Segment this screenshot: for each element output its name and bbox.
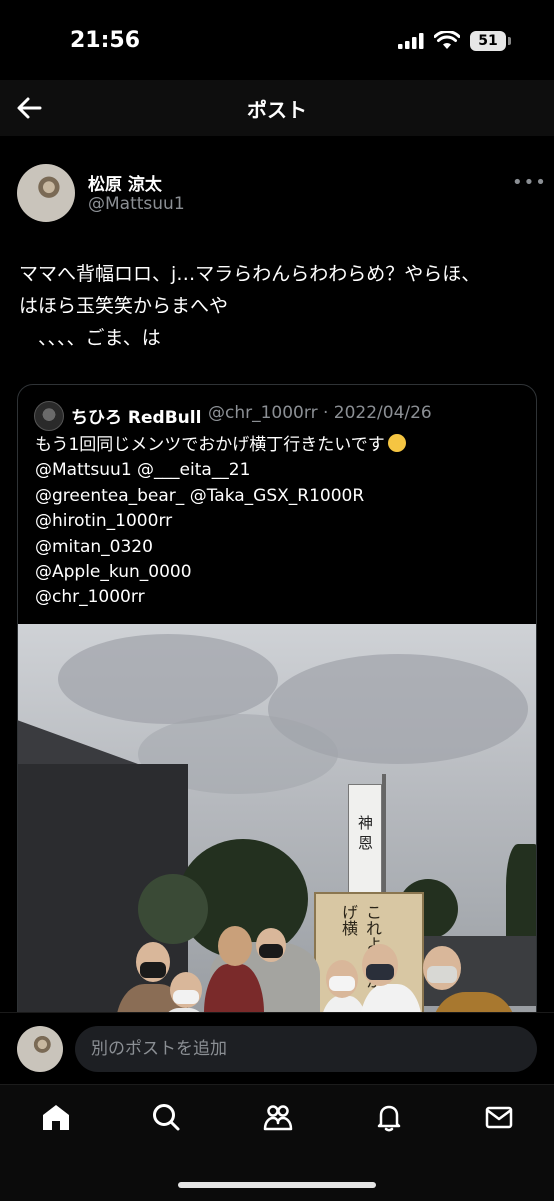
page-title: ポスト (247, 98, 307, 122)
photo-mask (259, 944, 283, 958)
post-text: ママへ背幅ロロ、j…マラらわんらわわらめ？やらほ、 はほら玉笑笑からまへや 、、… (19, 258, 539, 354)
quoted-mentions-line[interactable]: @Apple_kun_0000 (35, 560, 525, 585)
photo-mask (366, 964, 394, 980)
author-avatar[interactable] (17, 164, 75, 222)
post-text-line: ママへ背幅ロロ、j…マラらわんらわわらめ？やらほ、 (19, 263, 481, 285)
quoted-text-span: もう1回同じメンツでおかげ横丁行きたいです (35, 435, 385, 455)
photo-mask (173, 990, 199, 1004)
quoted-mentions-line[interactable]: @hirotin_1000rr (35, 509, 525, 534)
author-handle[interactable]: @Mattsuu1 (88, 194, 185, 214)
post-text-line: はほら玉笑笑からまへや (19, 295, 229, 317)
photo-mask (427, 966, 457, 983)
quoted-author-handle-date: @chr_1000rr · 2022/04/26 (208, 403, 432, 423)
composer-avatar (17, 1026, 63, 1072)
quoted-text-line: もう1回同じメンツでおかげ横丁行きたいです (35, 433, 525, 458)
post-text-line: 、、、、ごま、は (19, 327, 161, 349)
post-detail: 松原 涼太 @Mattsuu1 ••• ママへ背幅ロロ、j…マラらわんらわわらめ… (0, 136, 554, 1012)
quoted-post[interactable]: ちひろ RedBull @chr_1000rr · 2022/04/26 もう1… (17, 384, 537, 1012)
photo-cloud (58, 634, 278, 724)
quoted-text: もう1回同じメンツでおかげ横丁行きたいです @Mattsuu1 @___eita… (35, 433, 525, 611)
mail-icon[interactable] (483, 1101, 515, 1133)
status-time: 21:56 (70, 28, 141, 53)
quoted-author-avatar (34, 401, 64, 431)
wifi-icon (434, 31, 460, 49)
quoted-mentions-line[interactable]: @mitan_0320 (35, 535, 525, 560)
bell-icon[interactable] (373, 1101, 405, 1133)
quoted-mentions-line[interactable]: @Mattsuu1 @___eita__21 (35, 458, 525, 483)
home-indicator (178, 1182, 376, 1188)
more-options-icon[interactable]: ••• (512, 172, 547, 193)
quoted-mentions-line[interactable]: @greentea_bear_ @Taka_GSX_R1000R (35, 484, 525, 509)
battery-cap (508, 37, 511, 45)
quoted-photo[interactable]: 神 恩 これよ おかげ横 (18, 624, 536, 1012)
status-bar: 21:56 51 (0, 0, 554, 80)
photo-mask (140, 962, 166, 978)
author-name[interactable]: 松原 涼太 (88, 170, 162, 195)
communities-icon[interactable] (262, 1101, 294, 1133)
top-bar: ポスト (0, 80, 554, 136)
pleading-face-emoji-icon (387, 434, 406, 452)
quoted-author-name: ちひろ RedBull (71, 408, 202, 428)
photo-tree (138, 874, 208, 944)
photo-face (218, 926, 252, 966)
add-post-input[interactable] (75, 1026, 537, 1072)
search-icon[interactable] (150, 1101, 182, 1133)
quoted-mentions-line[interactable]: @chr_1000rr (35, 585, 525, 610)
photo-mask (329, 976, 355, 991)
home-icon[interactable] (40, 1101, 72, 1133)
photo-banner-text: 神 恩 (356, 815, 374, 850)
reply-composer (0, 1012, 554, 1085)
battery-level: 51 (478, 33, 498, 49)
battery-icon: 51 (470, 31, 506, 51)
cellular-signal-icon (398, 33, 424, 49)
